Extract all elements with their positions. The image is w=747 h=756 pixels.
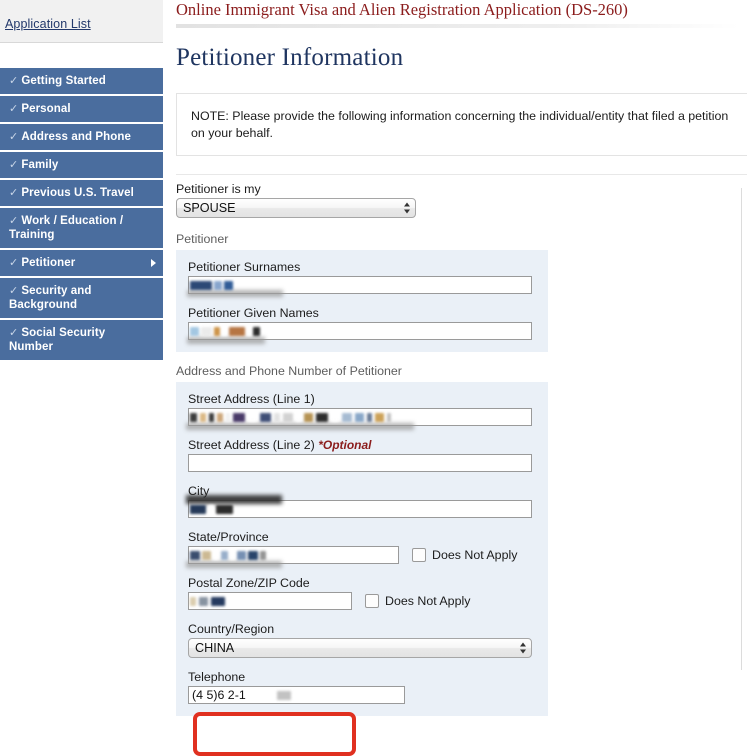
street-address-2-field: Street Address (Line 2) *Optional: [188, 438, 536, 472]
postal-does-not-apply-label: Does Not Apply: [385, 594, 471, 608]
redacted-value: [190, 324, 260, 339]
sidebar-item-label: Security and Background: [9, 285, 92, 311]
petitioner-surnames-input[interactable]: [187, 276, 532, 297]
main-content: Online Immigrant Visa and Alien Registra…: [163, 0, 747, 750]
sidebar-item-label: Work / Education / Training: [9, 215, 124, 241]
redacted-value: [190, 594, 225, 609]
sidebar-item-family[interactable]: ✓ Family: [0, 152, 163, 178]
petitioner-surnames-field: Petitioner Surnames: [187, 260, 536, 297]
petitioner-group-label: Petitioner: [176, 232, 229, 246]
redacted-value: [190, 278, 233, 293]
petitioner-given-names-input[interactable]: [187, 322, 532, 344]
application-list-link[interactable]: Application List: [5, 17, 91, 31]
petitioner-form: Petitioner is my SPOUSE Petitioner Petit…: [176, 182, 578, 716]
application-list-header: Application List: [0, 0, 163, 43]
country-region-field: Country/Region CHINA: [188, 622, 536, 658]
sidebar-item-label: Address and Phone: [21, 131, 132, 143]
street-address-1-input[interactable]: [186, 408, 532, 430]
petitioner-given-names-label: Petitioner Given Names: [188, 306, 319, 320]
sidebar-item-label: Family: [21, 159, 59, 171]
telephone-value: (4 5)6 2-1: [192, 688, 246, 702]
city-field: City: [186, 484, 536, 518]
state-does-not-apply-checkbox[interactable]: [412, 548, 426, 562]
telephone-input[interactable]: (4 5)6 2-1: [188, 686, 405, 704]
country-region-label: Country/Region: [188, 622, 275, 636]
telephone-field: Telephone (4 5)6 2-1: [188, 670, 536, 704]
petitioner-relationship-label: Petitioner is my: [176, 182, 261, 196]
postal-code-field: Postal Zone/ZIP Code Does Not Apply: [188, 576, 536, 610]
check-icon: ✓: [9, 257, 19, 269]
country-region-select[interactable]: CHINA: [188, 638, 532, 658]
page-title: Petitioner Information: [176, 44, 404, 71]
sidebar-item-address-and-phone[interactable]: ✓ Address and Phone: [0, 124, 163, 150]
petitioner-given-names-field: Petitioner Given Names: [187, 306, 536, 344]
sidebar-item-label: Previous U.S. Travel: [21, 187, 134, 199]
check-icon: ✓: [9, 75, 19, 87]
petitioner-name-panel: Petitioner Surnames Petitioner Given Nam…: [176, 250, 548, 352]
state-province-label: State/Province: [188, 530, 269, 544]
check-icon: ✓: [9, 103, 19, 115]
sidebar-item-previous-u-s-travel[interactable]: ✓ Previous U.S. Travel: [0, 180, 163, 206]
sidebar-item-label: Social Security Number: [9, 327, 106, 353]
note-box: NOTE: Please provide the following infor…: [176, 93, 747, 156]
street-address-2-input[interactable]: [188, 454, 532, 472]
sidebar-item-label: Personal: [21, 103, 71, 115]
street-address-2-label-text: Street Address (Line 2): [188, 438, 315, 452]
sidebar-item-security-and-background[interactable]: ✓ Security and Background: [0, 278, 163, 318]
redacted-value: [190, 548, 266, 563]
street-address-1-field: Street Address (Line 1): [186, 392, 536, 430]
check-icon: ✓: [9, 215, 19, 227]
sidebar-nav: ✓ Getting Started ✓ Personal ✓ Address and Ph…: [0, 68, 163, 362]
optional-tag: *Optional: [318, 438, 372, 452]
sidebar-item-social-security-number[interactable]: ✓ Social Security Number: [0, 320, 163, 360]
street-address-2-label: Street Address (Line 2) *Optional: [188, 438, 536, 452]
postal-code-label: Postal Zone/ZIP Code: [188, 576, 310, 590]
sidebar-item-label: Petitioner: [21, 257, 76, 269]
check-icon: ✓: [9, 285, 19, 297]
sidebar-item-label: Getting Started: [21, 75, 106, 87]
state-does-not-apply-label: Does Not Apply: [432, 548, 518, 562]
address-panel: Street Address (Line 1) Street Address (…: [176, 382, 548, 716]
redacted-value: [277, 688, 291, 703]
form-divider: [176, 174, 747, 175]
petitioner-surnames-label: Petitioner Surnames: [188, 260, 301, 274]
check-icon: ✓: [9, 131, 19, 143]
state-province-input[interactable]: [186, 546, 399, 568]
check-icon: ✓: [9, 159, 19, 171]
petitioner-relationship-field: Petitioner is my SPOUSE: [176, 182, 578, 218]
telephone-label: Telephone: [188, 670, 246, 684]
help-divider: [741, 188, 742, 670]
sidebar-item-getting-started[interactable]: ✓ Getting Started: [0, 68, 163, 94]
street-address-1-label: Street Address (Line 1): [188, 392, 315, 406]
sidebar-item-petitioner[interactable]: ✓ Petitioner: [0, 250, 163, 276]
postal-code-input[interactable]: [188, 592, 352, 610]
check-icon: ✓: [9, 327, 19, 339]
title-rule: [176, 24, 739, 28]
address-group-label: Address and Phone Number of Petitioner: [176, 364, 402, 378]
note-text: NOTE: Please provide the following infor…: [191, 109, 729, 140]
redacted-value: [190, 410, 391, 425]
check-icon: ✓: [9, 187, 19, 199]
postal-does-not-apply-checkbox[interactable]: [365, 594, 379, 608]
redacted-value: [190, 502, 233, 517]
application-title: Online Immigrant Visa and Alien Registra…: [176, 0, 628, 19]
petitioner-relationship-select[interactable]: SPOUSE: [176, 198, 416, 218]
chevron-right-icon: [151, 259, 156, 267]
sidebar: Application List ✓ Getting Started ✓ Person…: [0, 0, 163, 750]
state-province-field: State/Province Does Not Apply: [186, 530, 536, 568]
sidebar-item-personal[interactable]: ✓ Personal: [0, 96, 163, 122]
sidebar-item-work-education-training[interactable]: ✓ Work / Education / Training: [0, 208, 163, 248]
city-input[interactable]: [186, 495, 532, 518]
